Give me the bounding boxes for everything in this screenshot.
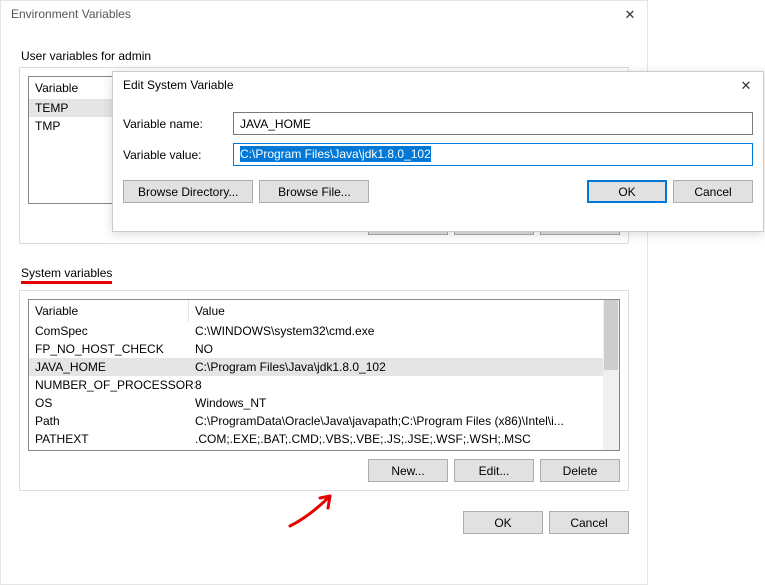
browse-directory-button[interactable]: Browse Directory... (123, 180, 253, 203)
system-vars-list[interactable]: Variable Value ComSpecC:\WINDOWS\system3… (28, 299, 620, 451)
list-row[interactable]: OSWindows_NT (29, 394, 619, 412)
user-vars-label: User variables for admin (19, 47, 629, 67)
modal-ok-button[interactable]: OK (587, 180, 667, 203)
modal-titlebar: Edit System Variable ✕ (113, 72, 763, 98)
main-titlebar: Environment Variables ✕ (1, 1, 647, 27)
main-cancel-button[interactable]: Cancel (549, 511, 629, 534)
system-delete-button[interactable]: Delete (540, 459, 620, 482)
close-icon: ✕ (741, 79, 752, 92)
list-row[interactable]: ComSpecC:\WINDOWS\system32\cmd.exe (29, 322, 619, 340)
close-icon: ✕ (625, 8, 636, 21)
main-title: Environment Variables (11, 7, 131, 21)
system-vars-group: System variables Variable Value ComSpecC… (19, 264, 629, 491)
variable-name-input[interactable] (233, 112, 753, 135)
list-row[interactable]: PATHEXT.COM;.EXE;.BAT;.CMD;.VBS;.VBE;.JS… (29, 430, 619, 448)
variable-name-label: Variable name: (123, 117, 233, 131)
list-row[interactable]: NUMBER_OF_PROCESSORS8 (29, 376, 619, 394)
main-close-button[interactable]: ✕ (623, 7, 637, 21)
col-variable[interactable]: Variable (29, 300, 189, 322)
edit-variable-dialog: Edit System Variable ✕ Variable name: Va… (112, 71, 764, 232)
variable-value-input[interactable]: C:\Program Files\Java\jdk1.8.0_102 (233, 143, 753, 166)
col-value[interactable]: Value (189, 300, 619, 322)
modal-title: Edit System Variable (123, 78, 234, 92)
system-new-button[interactable]: New... (368, 459, 448, 482)
modal-cancel-button[interactable]: Cancel (673, 180, 753, 203)
scrollbar-thumb[interactable] (604, 300, 618, 370)
variable-value-label: Variable value: (123, 148, 233, 162)
system-edit-button[interactable]: Edit... (454, 459, 534, 482)
browse-file-button[interactable]: Browse File... (259, 180, 369, 203)
system-vars-label: System variables (21, 266, 112, 284)
list-row[interactable]: PathC:\ProgramData\Oracle\Java\javapath;… (29, 412, 619, 430)
modal-close-button[interactable]: ✕ (739, 78, 753, 92)
main-ok-button[interactable]: OK (463, 511, 543, 534)
scrollbar[interactable] (603, 300, 619, 450)
list-row[interactable]: JAVA_HOMEC:\Program Files\Java\jdk1.8.0_… (29, 358, 619, 376)
list-row[interactable]: FP_NO_HOST_CHECKNO (29, 340, 619, 358)
